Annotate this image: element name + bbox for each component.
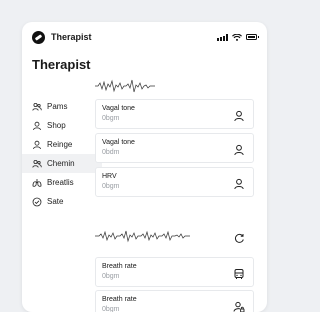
lungs-icon bbox=[32, 178, 42, 188]
bus-icon[interactable] bbox=[233, 267, 245, 279]
sidebar-item-label: Pams bbox=[47, 102, 68, 111]
metric-value: 0bdm bbox=[102, 149, 120, 156]
metric-card-breath-rate[interactable]: Breath rate 0bgm bbox=[95, 257, 254, 287]
metric-title: Vagal tone bbox=[102, 105, 135, 112]
metric-value: 0bgm bbox=[102, 306, 120, 312]
sidebar-item-label: Shop bbox=[47, 121, 66, 130]
metric-card-vagal-tone[interactable]: Vagal tone 0bgm bbox=[95, 99, 254, 129]
people-icon bbox=[32, 102, 42, 112]
sidebar-item-label: Sate bbox=[47, 197, 64, 206]
wifi-icon bbox=[232, 33, 242, 41]
user-lock-icon[interactable] bbox=[233, 300, 245, 312]
signal-icon bbox=[217, 33, 228, 41]
user-icon bbox=[32, 140, 42, 150]
metric-title: Vagal tone bbox=[102, 139, 135, 146]
check-circle-icon bbox=[32, 197, 42, 207]
sidebar-item-reinge[interactable]: Reinge bbox=[22, 135, 102, 154]
sidebar: Pams Shop Reinge Chemin Breatlis Sate bbox=[22, 97, 102, 211]
metric-title: Breath rate bbox=[102, 263, 137, 270]
metric-title: HRV bbox=[102, 173, 117, 180]
app-name: Therapist bbox=[51, 32, 92, 42]
refresh-icon[interactable] bbox=[234, 231, 245, 243]
waveform-graphic bbox=[95, 79, 155, 93]
sidebar-item-sate[interactable]: Sate bbox=[22, 192, 102, 211]
metric-value: 0bgm bbox=[102, 115, 120, 122]
user-icon bbox=[32, 121, 42, 131]
sidebar-item-shop[interactable]: Shop bbox=[22, 116, 102, 135]
sidebar-item-label: Reinge bbox=[47, 140, 73, 149]
top-bar: Therapist bbox=[22, 22, 267, 52]
metric-card-breath-rate-2[interactable]: Breath rate 0bgm bbox=[95, 290, 254, 312]
sidebar-item-pams[interactable]: Pams bbox=[22, 97, 102, 116]
sidebar-item-breatlis[interactable]: Breatlis bbox=[22, 173, 102, 192]
sidebar-item-label: Chemin bbox=[47, 159, 75, 168]
app-panel: Therapist Therapist Pams Shop Reinge Che… bbox=[22, 22, 267, 312]
metric-value: 0bgm bbox=[102, 273, 120, 280]
user-icon[interactable] bbox=[233, 177, 245, 190]
sidebar-item-chemin[interactable]: Chemin bbox=[22, 154, 102, 173]
waveform-graphic bbox=[95, 230, 190, 243]
page-title: Therapist bbox=[32, 57, 91, 72]
sidebar-item-label: Breatlis bbox=[47, 178, 74, 187]
status-icons bbox=[217, 33, 259, 41]
metric-value: 0bgm bbox=[102, 183, 120, 190]
app-logo-icon bbox=[32, 30, 45, 44]
battery-icon bbox=[246, 34, 259, 40]
user-icon[interactable] bbox=[233, 143, 245, 156]
metric-card-vagal-tone-2[interactable]: Vagal tone 0bdm bbox=[95, 133, 254, 163]
people-icon bbox=[32, 159, 42, 169]
user-icon[interactable] bbox=[233, 109, 245, 122]
metric-card-hrv[interactable]: HRV 0bgm bbox=[95, 167, 254, 197]
